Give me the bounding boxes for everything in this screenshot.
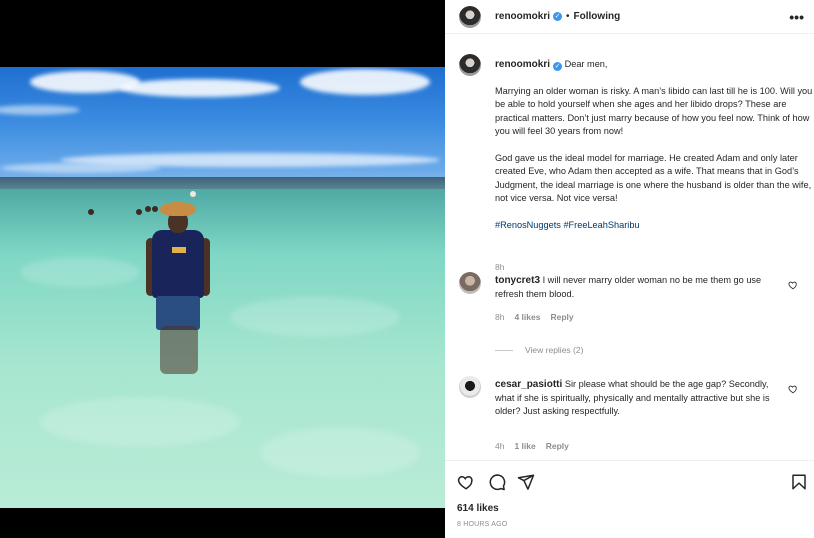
like-comment-heart-icon[interactable]: [788, 384, 798, 394]
ripple: [40, 397, 240, 447]
like-comment-heart-icon[interactable]: [788, 280, 798, 290]
comment-likes[interactable]: 4 likes: [514, 312, 540, 322]
reply-button[interactable]: Reply: [546, 441, 569, 451]
avatar[interactable]: [459, 272, 481, 294]
cloud: [120, 79, 280, 97]
comment-username[interactable]: cesar_pasiotti: [495, 379, 562, 390]
share-icon[interactable]: [517, 473, 535, 491]
post-side-panel: renoomokri ✓ • Following ••• renoomokri ✓…: [445, 0, 814, 538]
swimmer: [88, 209, 94, 215]
verified-badge-icon: ✓: [553, 12, 563, 21]
caption-username[interactable]: renoomokri: [495, 59, 550, 70]
man-hat: [160, 202, 196, 216]
comment-text: tonycret3 I will never marry older woman…: [495, 274, 785, 301]
avatar[interactable]: [459, 54, 481, 76]
man-legs: [160, 326, 198, 374]
post-header: renoomokri ✓ • Following •••: [445, 0, 814, 34]
more-options-icon[interactable]: •••: [789, 9, 804, 25]
ripple: [20, 257, 140, 287]
post-photo[interactable]: [0, 67, 445, 508]
caption-time[interactable]: 8h: [495, 262, 504, 272]
comment-icon[interactable]: [488, 473, 506, 491]
verified-badge-icon: ✓: [553, 62, 563, 71]
comment-likes[interactable]: 1 like: [514, 441, 535, 451]
view-replies-label[interactable]: View replies (2): [525, 345, 583, 355]
ripple: [230, 297, 400, 337]
cloud: [0, 163, 160, 173]
comment-time[interactable]: 4h: [495, 441, 504, 451]
caption-paragraph: God gave us the ideal model for marriage…: [495, 152, 812, 204]
man-shorts: [156, 296, 200, 330]
caption-greeting: Dear men,: [564, 59, 608, 69]
heart-icon[interactable]: [457, 473, 475, 491]
reply-button[interactable]: Reply: [550, 312, 573, 322]
caption-paragraph: Marrying an older woman is risky. A man’…: [495, 85, 813, 137]
man-shirt: [152, 230, 204, 298]
view-replies-line: [495, 349, 513, 351]
ripple: [260, 427, 420, 477]
man-standing: [146, 202, 216, 374]
header-username[interactable]: renoomokri: [495, 11, 550, 22]
comment-meta: 4h 1 like Reply: [495, 441, 569, 451]
avatar[interactable]: [459, 5, 481, 28]
view-replies-button[interactable]: View replies (2): [495, 345, 583, 355]
cloud: [300, 69, 430, 95]
comment-username[interactable]: tonycret3: [495, 275, 540, 286]
post-media: [0, 0, 445, 538]
post-actions: 614 likes 8 HOURS AGO: [445, 460, 814, 538]
post-age[interactable]: 8 HOURS AGO: [457, 521, 507, 528]
comment-meta: 8h 4 likes Reply: [495, 312, 574, 322]
comment-time[interactable]: 8h: [495, 312, 504, 322]
caption-text: renoomokri ✓ Dear men, Marrying an older …: [495, 58, 814, 245]
avatar[interactable]: [459, 376, 481, 398]
bookmark-icon[interactable]: [790, 473, 808, 491]
following-button[interactable]: Following: [574, 11, 621, 22]
comments-area[interactable]: renoomokri ✓ Dear men, Marrying an older …: [445, 34, 814, 460]
shirt-logo: [172, 247, 186, 253]
comment-text: cesar_pasiotti Sir please what should be…: [495, 378, 785, 419]
swimmer: [136, 209, 142, 215]
instagram-post: renoomokri ✓ • Following ••• renoomokri ✓…: [0, 0, 814, 538]
swimmer: [190, 191, 196, 197]
caption-hashtags[interactable]: #RenosNuggets #FreeLeahSharibu: [495, 219, 814, 233]
likes-count[interactable]: 614 likes: [457, 503, 499, 514]
separator-dot: •: [566, 11, 570, 22]
